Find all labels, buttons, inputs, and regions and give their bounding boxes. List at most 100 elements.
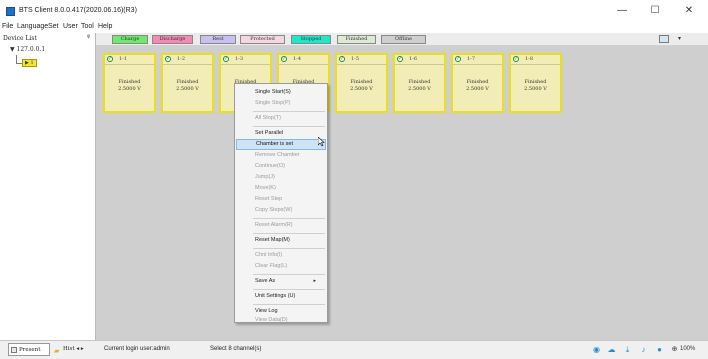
check-icon: ✓ xyxy=(223,56,229,62)
channel-tile[interactable]: ✓ 1-6 Finished 2.5000 V xyxy=(393,53,446,113)
menu-item-save-as-label: Save As xyxy=(255,278,276,284)
check-icon: ✓ xyxy=(513,56,519,62)
maximize-button[interactable]: ☐ xyxy=(643,4,667,18)
pin-icon[interactable]: ᵠ xyxy=(87,34,90,41)
channel-header: ✓ 1-6 xyxy=(395,55,444,65)
download-icon[interactable]: ⤓ xyxy=(622,345,633,355)
menu-item-reset-alarm[interactable]: Reset Alarm(R) xyxy=(236,220,326,231)
channel-header: ✓ 1-4 xyxy=(279,55,328,65)
menu-separator xyxy=(253,233,325,234)
tree-node-device[interactable]: ▼ 127.0.0.1 xyxy=(10,46,45,53)
network-icon[interactable]: ◉ xyxy=(591,345,602,355)
menu-item-reset-map[interactable]: Reset Map(M) xyxy=(236,235,326,246)
menu-item-view-data[interactable]: View Data(D) xyxy=(236,317,326,323)
title-bar: BTS Client 8.0.0.417(2020.06.16)(R3) — ☐… xyxy=(0,0,708,22)
check-icon: ✓ xyxy=(397,56,403,62)
channel-status: Finished xyxy=(176,79,199,85)
legend-offline: Offline xyxy=(381,35,426,44)
check-icon: ✓ xyxy=(281,56,287,62)
legend-stopped: Stopped xyxy=(291,35,331,44)
check-icon: ✓ xyxy=(455,56,461,62)
channel-voltage: 2.5000 V xyxy=(350,86,373,92)
close-button[interactable]: ✕ xyxy=(677,4,701,18)
channel-tile[interactable]: ✓ 1-2 Finished 2.5000 V xyxy=(161,53,214,113)
channel-voltage: 2.5000 V xyxy=(524,86,547,92)
folder-icon: ▰ xyxy=(54,347,60,355)
check-icon: ✓ xyxy=(339,56,345,62)
legend-charge: Charge xyxy=(112,35,148,44)
channel-status: Finished xyxy=(466,79,489,85)
channel-tile[interactable]: ✓ 1-7 Finished 2.5000 V xyxy=(451,53,504,113)
channel-tile[interactable]: ✓ 1-5 Finished 2.5000 V xyxy=(335,53,388,113)
channel-header: ✓ 1-3 xyxy=(221,55,270,65)
menu-item-single-start[interactable]: Single Start(S) xyxy=(236,87,326,98)
menu-item-remove-chamber[interactable]: Remove Chamber xyxy=(236,150,326,161)
legend-rest: Rest xyxy=(200,35,236,44)
window-title: BTS Client 8.0.0.417(2020.06.16)(R3) xyxy=(19,7,137,14)
channel-number: 1-6 xyxy=(409,56,418,62)
menu-item-save-as[interactable]: Save As ▸ xyxy=(236,276,326,287)
menu-file[interactable]: File xyxy=(2,23,13,30)
menu-item-move[interactable]: Move(K) xyxy=(236,183,326,194)
menu-item-copy-steps[interactable]: Copy Steps(W) xyxy=(236,205,326,216)
channel-number: 1-5 xyxy=(351,56,360,62)
menu-item-reset-step[interactable]: Reset Step xyxy=(236,194,326,205)
submenu-arrow-icon: ▸ xyxy=(313,278,316,284)
check-icon: ✓ xyxy=(165,56,171,62)
channel-number: 1-4 xyxy=(293,56,302,62)
tab-present-label: Present xyxy=(19,347,41,353)
cloud-icon[interactable]: ☁ xyxy=(606,345,617,355)
channel-voltage: 2.5000 V xyxy=(176,86,199,92)
menu-item-jump[interactable]: Jump(J) xyxy=(236,172,326,183)
app-icon xyxy=(6,7,15,16)
menu-item-all-stop[interactable]: All Stop(T) xyxy=(236,113,326,124)
channel-number: 1-3 xyxy=(235,56,244,62)
menu-item-single-stop[interactable]: Single Stop(P) xyxy=(236,98,326,109)
channel-number: 1-2 xyxy=(177,56,186,62)
menu-item-continue[interactable]: Continue(O) xyxy=(236,161,326,172)
speaker-icon[interactable]: ♪ xyxy=(638,345,649,355)
channel-tile[interactable]: ✓ 1-1 Finished 2.5000 V xyxy=(103,53,156,113)
channel-header: ✓ 1-7 xyxy=(453,55,502,65)
zoom-icon[interactable]: ⊕ xyxy=(669,345,680,355)
channel-header: ✓ 1-8 xyxy=(511,55,560,65)
globe-icon[interactable]: ● xyxy=(654,345,665,355)
menu-separator xyxy=(253,248,325,249)
channel-status: Finished xyxy=(350,79,373,85)
tab-hist[interactable]: ▰ Hist ◂ ▸ xyxy=(52,343,94,356)
menu-language[interactable]: Language xyxy=(17,23,48,30)
menu-item-clear-flag[interactable]: Clear Flag(L) xyxy=(236,261,326,272)
mouse-cursor-icon xyxy=(318,137,325,147)
menu-item-set-parallel[interactable]: Set Parallel xyxy=(236,128,326,139)
device-list-title: Device List xyxy=(3,35,37,42)
menu-item-view-log[interactable]: View Log xyxy=(236,306,326,317)
menu-item-chamber-is-set[interactable]: Chamber is set xyxy=(236,139,326,150)
menu-bar: File Language Set User Tool Help xyxy=(0,22,708,33)
channel-status: Finished xyxy=(118,79,141,85)
minimize-button[interactable]: — xyxy=(610,4,634,18)
tree-node-channel[interactable]: ▶ 1 xyxy=(22,59,37,67)
menu-item-chnl-info[interactable]: Chnl Info(I) xyxy=(236,250,326,261)
legend-protected: Protected xyxy=(240,35,285,44)
channel-grid: ✓ 1-1 Finished 2.5000 V ✓ 1-2 Finished 2… xyxy=(96,46,708,340)
channel-context-menu: Single Start(S) Single Stop(P) All Stop(… xyxy=(234,83,328,323)
channel-tile[interactable]: ✓ 1-8 Finished 2.5000 V xyxy=(509,53,562,113)
channel-header: ✓ 1-5 xyxy=(337,55,386,65)
layout-icon[interactable] xyxy=(659,35,669,43)
menu-tool[interactable]: Tool xyxy=(81,23,94,30)
status-bar: Present ▰ Hist ◂ ▸ Current login user:ad… xyxy=(0,340,708,359)
channel-status: Finished xyxy=(524,79,547,85)
channel-number: 1-7 xyxy=(467,56,476,62)
menu-separator xyxy=(253,289,325,290)
menu-set[interactable]: Set xyxy=(48,23,59,30)
menu-help[interactable]: Help xyxy=(98,23,112,30)
menu-separator xyxy=(253,126,325,127)
channel-status: Finished xyxy=(408,79,431,85)
menu-user[interactable]: User xyxy=(63,23,78,30)
tab-present[interactable]: Present xyxy=(8,343,50,356)
check-icon: ✓ xyxy=(107,56,113,62)
chevron-down-icon[interactable]: ▾ xyxy=(678,35,681,42)
channel-voltage: 2.5000 V xyxy=(408,86,431,92)
status-legend-toolbar: Charge Discharge Rest Protected Stopped … xyxy=(96,33,708,46)
menu-item-unit-settings[interactable]: Unit Settings (U) xyxy=(236,291,326,302)
